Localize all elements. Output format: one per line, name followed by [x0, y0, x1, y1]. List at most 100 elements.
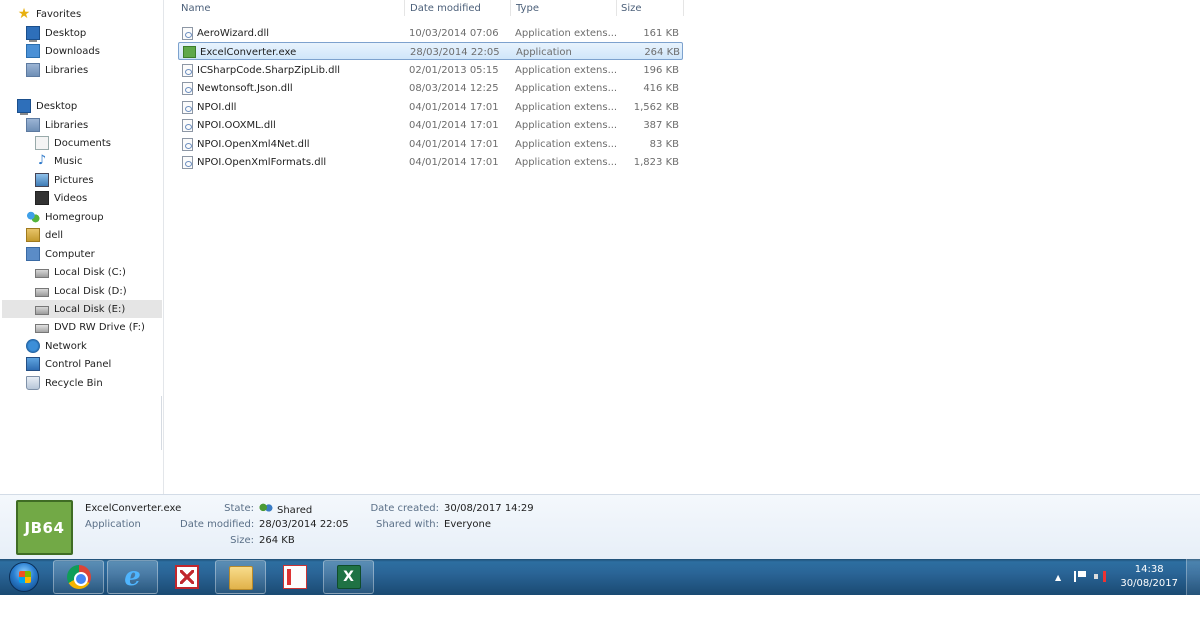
nav-libraries[interactable]: Libraries	[26, 116, 88, 134]
nav-disk-c-label: Local Disk (C:)	[54, 266, 126, 278]
taskbar-foxit-reader[interactable]	[161, 560, 212, 594]
table-row[interactable]: Newtonsoft.Json.dll 08/03/2014 12:25 App…	[178, 79, 683, 97]
nav-libraries-label: Libraries	[45, 119, 89, 131]
column-header-date[interactable]: Date modified	[410, 0, 510, 16]
file-name-cell: NPOI.OpenXml4Net.dll	[182, 135, 310, 153]
nav-music[interactable]: ♪ Music	[35, 152, 83, 170]
nav-fav-libraries-label: Libraries	[45, 64, 89, 76]
table-row[interactable]: AeroWizard.dll 10/03/2014 07:06 Applicat…	[178, 24, 683, 42]
details-date-created-label: Date created:	[370, 503, 439, 514]
column-separator[interactable]	[616, 0, 617, 16]
table-row[interactable]: NPOI.OpenXmlFormats.dll 04/01/2014 17:01…	[178, 153, 683, 171]
downloads-icon	[26, 44, 40, 58]
column-separator[interactable]	[683, 0, 684, 16]
dll-file-icon	[182, 137, 193, 151]
nav-disk-e[interactable]: Local Disk (E:)	[2, 300, 162, 318]
nav-disk-e-label: Local Disk (E:)	[54, 303, 126, 315]
column-header-size[interactable]: Size	[621, 0, 681, 16]
system-tray: ▲ 14:38 30/08/2017	[1050, 559, 1200, 595]
clock[interactable]: 14:38 30/08/2017	[1120, 563, 1178, 591]
homegroup-icon	[26, 210, 40, 224]
details-date-modified-label: Date modified:	[180, 519, 255, 530]
file-type: Application extens...	[515, 101, 618, 113]
file-type: Application extens...	[515, 27, 618, 39]
file-name: ExcelConverter.exe	[200, 46, 297, 58]
book-app-icon	[282, 565, 307, 589]
navigation-pane[interactable]: ★ Favorites Desktop Downloads Libraries …	[0, 0, 163, 494]
nav-pictures[interactable]: Pictures	[35, 171, 94, 189]
nav-homegroup[interactable]: Homegroup	[26, 208, 104, 226]
nav-fav-downloads[interactable]: Downloads	[26, 42, 100, 60]
column-header-type[interactable]: Type	[516, 0, 616, 16]
dll-file-icon	[182, 81, 193, 95]
volume-muted-icon[interactable]	[1094, 571, 1106, 582]
nav-documents[interactable]: Documents	[35, 134, 111, 152]
nav-disk-d[interactable]: Local Disk (D:)	[35, 282, 127, 300]
nav-computer-label: Computer	[45, 248, 95, 260]
file-size: 83 KB	[649, 138, 679, 150]
file-name: NPOI.OOXML.dll	[197, 119, 276, 131]
taskbar-chrome[interactable]	[53, 560, 104, 594]
desktop-icon	[26, 26, 40, 42]
file-date: 28/03/2014 22:05	[410, 46, 500, 58]
nav-fav-libraries[interactable]: Libraries	[26, 61, 88, 79]
show-desktop-button[interactable]	[1186, 559, 1200, 595]
dvd-drive-icon	[35, 324, 49, 333]
file-type: Application extens...	[515, 82, 618, 94]
nav-music-label: Music	[54, 155, 83, 167]
file-name: NPOI.OpenXmlFormats.dll	[197, 156, 327, 168]
dll-file-icon	[182, 100, 193, 114]
nav-documents-label: Documents	[54, 137, 112, 149]
details-filename: ExcelConverter.exe	[85, 503, 182, 514]
nav-control-panel-label: Control Panel	[45, 358, 112, 370]
network-icon	[26, 339, 40, 353]
table-row-selected[interactable]: ExcelConverter.exe 28/03/2014 22:05 Appl…	[178, 42, 683, 60]
windows-logo-icon	[9, 562, 39, 592]
show-hidden-icons-arrow-icon[interactable]: ▲	[1055, 573, 1061, 582]
nav-control-panel[interactable]: Control Panel	[26, 355, 111, 373]
column-separator[interactable]	[510, 0, 511, 16]
taskbar-book-app[interactable]	[269, 560, 320, 594]
column-name-label: Name	[181, 2, 211, 14]
nav-desktop-label: Desktop	[36, 100, 78, 112]
file-date: 04/01/2014 17:01	[409, 101, 499, 113]
column-separator[interactable]	[404, 0, 405, 16]
nav-computer[interactable]: Computer	[26, 245, 95, 263]
column-header-name[interactable]: Name	[181, 0, 401, 16]
clock-time: 14:38	[1134, 564, 1164, 575]
table-row[interactable]: ICSharpCode.SharpZipLib.dll 02/01/2013 0…	[178, 61, 683, 79]
taskbar-excel[interactable]: X	[323, 560, 374, 594]
nav-desktop[interactable]: Desktop	[17, 97, 77, 115]
pictures-icon	[35, 173, 49, 187]
nav-disk-c[interactable]: Local Disk (C:)	[35, 263, 126, 281]
file-name: NPOI.dll	[197, 101, 237, 113]
details-shared-with-label: Shared with:	[376, 519, 439, 530]
nav-scrollbar[interactable]	[161, 396, 162, 450]
file-size: 264 KB	[644, 46, 680, 58]
table-row[interactable]: NPOI.dll 04/01/2014 17:01 Application ex…	[178, 98, 683, 116]
nav-favorites[interactable]: ★ Favorites	[17, 5, 81, 23]
start-button[interactable]	[3, 559, 45, 595]
star-icon: ★	[17, 6, 31, 22]
file-name-cell: NPOI.OOXML.dll	[182, 116, 276, 134]
details-size-value: 264 KB	[259, 535, 295, 546]
action-center-flag-icon[interactable]	[1074, 571, 1086, 582]
column-type-label: Type	[516, 2, 539, 14]
nav-videos[interactable]: Videos	[35, 189, 87, 207]
file-list[interactable]: Name Date modified Type Size AeroWizard.…	[164, 0, 1200, 494]
taskbar-file-explorer[interactable]	[215, 560, 266, 594]
table-row[interactable]: NPOI.OOXML.dll 04/01/2014 17:01 Applicat…	[178, 116, 683, 134]
file-type: Application extens...	[515, 138, 618, 150]
nav-network[interactable]: Network	[26, 337, 87, 355]
table-row[interactable]: NPOI.OpenXml4Net.dll 04/01/2014 17:01 Ap…	[178, 135, 683, 153]
file-name-cell: ICSharpCode.SharpZipLib.dll	[182, 61, 340, 79]
file-name: AeroWizard.dll	[197, 27, 270, 39]
nav-user[interactable]: dell	[26, 226, 63, 244]
nav-disk-d-label: Local Disk (D:)	[54, 285, 127, 297]
nav-dvd-f[interactable]: DVD RW Drive (F:)	[35, 318, 145, 336]
taskbar-internet-explorer[interactable]: e	[107, 560, 158, 594]
nav-recycle-bin[interactable]: Recycle Bin	[26, 374, 103, 392]
file-type: Application extens...	[515, 156, 618, 168]
nav-fav-desktop[interactable]: Desktop	[26, 24, 86, 42]
file-name-cell: NPOI.dll	[182, 98, 236, 116]
